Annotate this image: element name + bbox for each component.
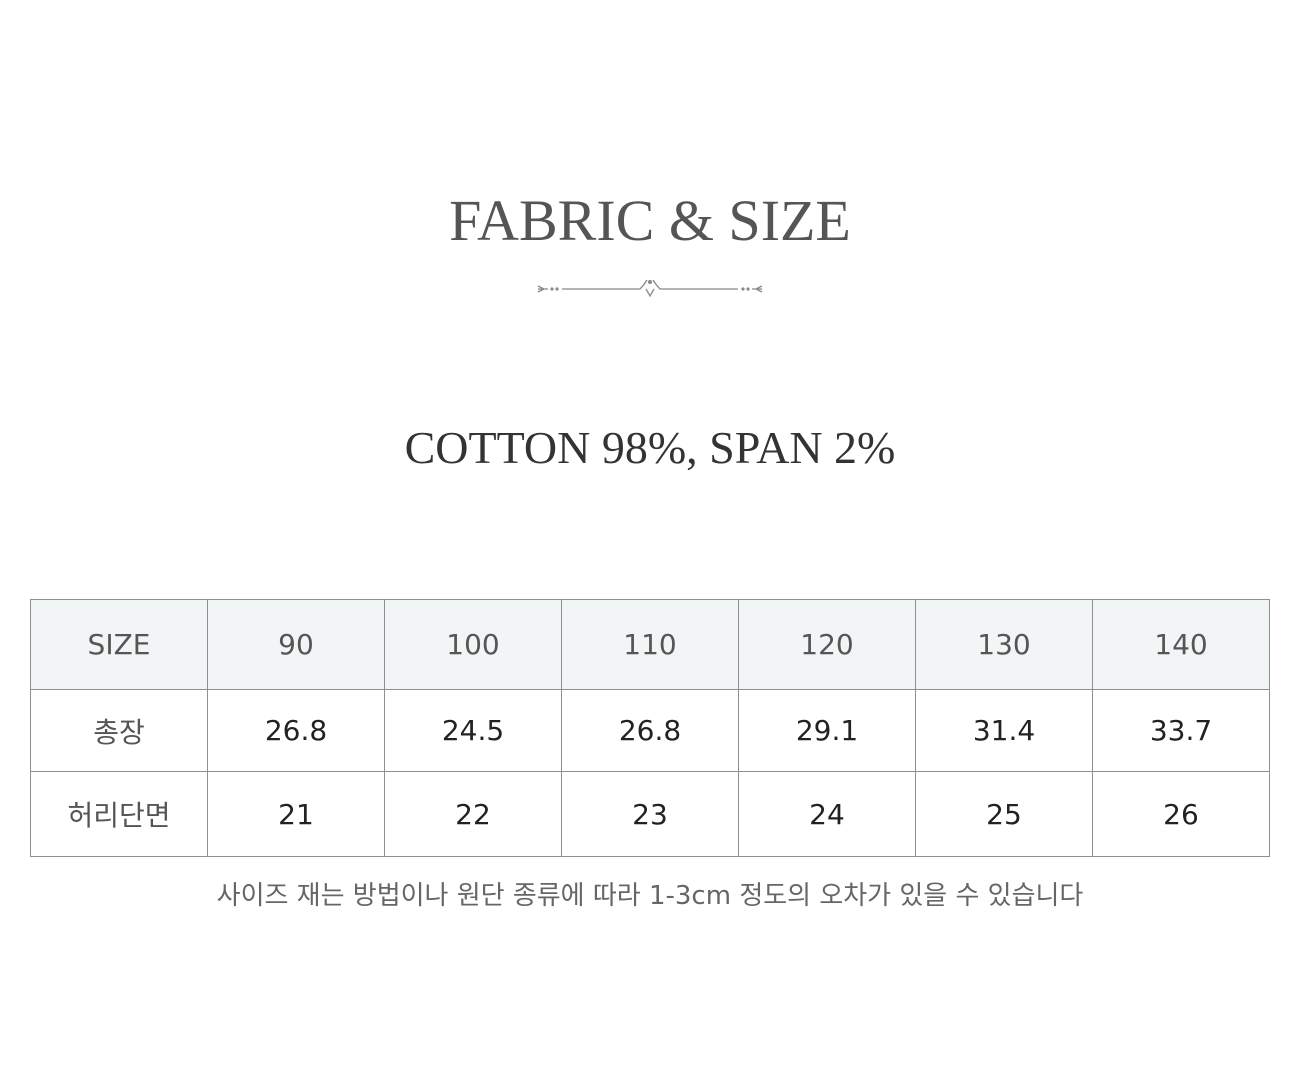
table-cell: 21 [207, 771, 385, 857]
page-title: FABRIC & SIZE [449, 188, 851, 253]
header-cell: 130 [915, 599, 1093, 690]
fabric-composition: COTTON 98%, SPAN 2% [404, 422, 896, 473]
size-table: SIZE 90 100 110 120 130 140 총장 26.8 24.5… [30, 599, 1270, 857]
table-cell: 26.8 [561, 689, 739, 772]
header-cell: 140 [1092, 599, 1270, 690]
table-cell: 31.4 [915, 689, 1093, 772]
ornament-divider-icon [537, 279, 763, 298]
table-cell: 23 [561, 771, 739, 857]
header-cell: 120 [738, 599, 916, 690]
table-cell: 33.7 [1092, 689, 1270, 772]
table-cell: 26 [1092, 771, 1270, 857]
table-row: 총장 26.8 24.5 26.8 29.1 31.4 33.7 [30, 689, 1270, 772]
table-cell: 24 [738, 771, 916, 857]
row-label: 허리단면 [30, 771, 208, 857]
header-cell: 100 [384, 599, 562, 690]
size-note: 사이즈 재는 방법이나 원단 종류에 따라 1-3cm 정도의 오차가 있을 수… [216, 881, 1084, 911]
table-header-row: SIZE 90 100 110 120 130 140 [30, 599, 1270, 690]
header-cell: 90 [207, 599, 385, 690]
header-cell: 110 [561, 599, 739, 690]
table-cell: 25 [915, 771, 1093, 857]
table-cell: 24.5 [384, 689, 562, 772]
table-cell: 26.8 [207, 689, 385, 772]
header-cell: SIZE [30, 599, 208, 690]
row-label: 총장 [30, 689, 208, 772]
table-row: 허리단면 21 22 23 24 25 26 [30, 771, 1270, 857]
table-cell: 29.1 [738, 689, 916, 772]
table-cell: 22 [384, 771, 562, 857]
